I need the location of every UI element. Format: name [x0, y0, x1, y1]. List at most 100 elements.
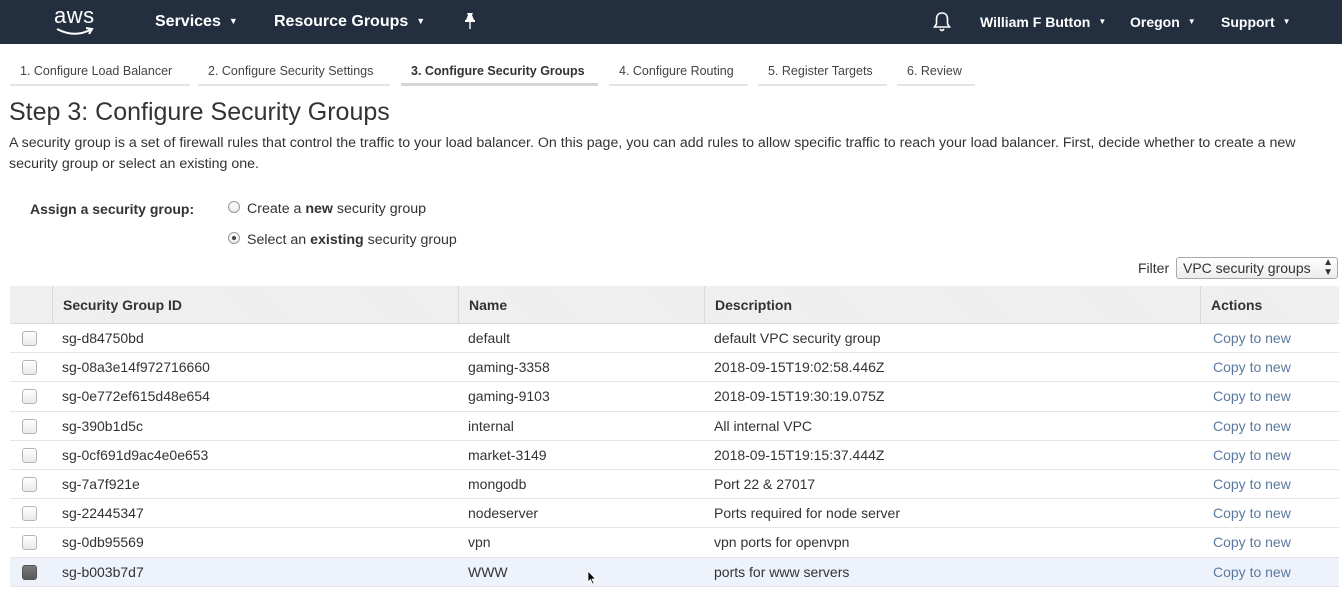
option-text: Create a [247, 201, 306, 217]
assign-security-group-label: Assign a security group: [30, 201, 195, 217]
wizard-tabs: 1. Configure Load Balancer 2. Configure … [0, 44, 1342, 90]
aws-logo-text: aws [54, 3, 95, 28]
security-groups-table: Security Group ID Name Description Actio… [10, 286, 1339, 587]
column-header-id[interactable]: Security Group ID [52, 286, 458, 324]
copy-to-new-link[interactable]: Copy to new [1213, 499, 1291, 528]
option-text-bold: existing [310, 232, 364, 248]
copy-to-new-link[interactable]: Copy to new [1213, 353, 1291, 382]
copy-to-new-link[interactable]: Copy to new [1213, 470, 1291, 499]
services-label: Services [155, 13, 221, 31]
row-checkbox[interactable] [22, 389, 37, 405]
tab-configure-load-balancer[interactable]: 1. Configure Load Balancer [10, 58, 190, 86]
cell-name: market-3149 [468, 446, 547, 463]
cell-name: default [468, 330, 511, 346]
copy-to-new-link[interactable]: Copy to new [1213, 558, 1291, 587]
cell-description: vpn ports for openvpn [714, 534, 850, 551]
create-new-security-group-option[interactable]: Create a new security group [228, 201, 426, 217]
table-row[interactable]: sg-b003b7d7 WWW ports for www servers Copy … [10, 557, 1339, 587]
aws-logo[interactable]: aws [54, 5, 100, 39]
row-checkbox[interactable] [22, 360, 37, 376]
cell-security-group-id: sg-b003b7d7 [62, 563, 144, 580]
tab-configure-security-settings[interactable]: 2. Configure Security Settings [198, 58, 390, 86]
chevron-down-icon: ▼ [416, 16, 426, 26]
row-checkbox[interactable] [22, 535, 37, 551]
tab-configure-security-groups[interactable]: 3. Configure Security Groups [401, 58, 598, 86]
filter-label: Filter [1138, 260, 1170, 276]
cell-description: 2018-09-15T19:15:37.444Z [714, 446, 885, 463]
table-row[interactable]: sg-22445347 nodeserver Ports required for … [10, 499, 1339, 529]
page-title: Step 3: Configure Security Groups [9, 98, 390, 126]
row-checkbox[interactable] [22, 564, 37, 580]
cell-security-group-id: sg-d84750bd [62, 330, 144, 346]
cell-description: Port 22 & 27017 [714, 475, 816, 492]
user-menu[interactable]: William F Button ▼ [980, 0, 1106, 44]
filter-selected-value: VPC security groups [1183, 260, 1311, 276]
select-arrows-icon: ▲ ▼ [1323, 257, 1333, 278]
region-name: Oregon [1130, 14, 1180, 30]
table-row[interactable]: sg-7a7f921e mongodb Port 22 & 27017 Copy to… [10, 470, 1339, 500]
copy-to-new-link[interactable]: Copy to new [1213, 528, 1291, 557]
cell-name: WWW [468, 563, 508, 580]
cell-name: gaming-3358 [468, 359, 550, 376]
tab-configure-routing[interactable]: 4. Configure Routing [609, 58, 748, 86]
option-text-bold: new [305, 201, 333, 217]
copy-to-new-link[interactable]: Copy to new [1213, 324, 1291, 353]
table-row[interactable]: sg-0cf691d9ac4e0e653 market-3149 2018-09-1… [10, 441, 1339, 470]
bell-icon[interactable] [932, 11, 952, 33]
row-checkbox[interactable] [22, 476, 37, 492]
chevron-down-icon: ▼ [228, 16, 238, 26]
pin-icon[interactable] [462, 12, 478, 32]
row-checkbox[interactable] [22, 447, 37, 463]
table-header: Security Group ID Name Description Actio… [10, 286, 1339, 324]
aws-smile-icon [56, 27, 94, 35]
option-text: Select an [247, 232, 311, 248]
row-checkbox[interactable] [22, 418, 37, 434]
table-row[interactable]: sg-0e772ef615d48e654 gaming-9103 2018-09-1… [10, 382, 1339, 412]
cell-description: Ports required for node server [714, 505, 900, 522]
cell-name: vpn [468, 534, 491, 551]
cell-security-group-id: sg-0e772ef615d48e654 [62, 388, 210, 405]
column-header-name[interactable]: Name [458, 286, 704, 324]
top-nav: aws Services ▼ Resource Groups ▼ William F… [0, 0, 1342, 44]
row-checkbox[interactable] [22, 506, 37, 522]
option-text: security group [363, 232, 457, 248]
support-menu[interactable]: Support ▼ [1221, 0, 1291, 44]
resource-groups-menu[interactable]: Resource Groups ▼ [274, 0, 425, 44]
column-header-actions: Actions [1200, 286, 1339, 324]
cell-security-group-id: sg-390b1d5c [62, 417, 143, 434]
copy-to-new-link[interactable]: Copy to new [1213, 441, 1291, 470]
cell-description: 2018-09-15T19:02:58.446Z [714, 359, 885, 376]
cell-description: ports for www servers [714, 563, 850, 580]
select-existing-security-group-option[interactable]: Select an existing security group [228, 232, 457, 248]
cell-security-group-id: sg-08a3e14f972716660 [62, 359, 210, 376]
create-new-radio[interactable] [228, 201, 240, 214]
table-row[interactable]: sg-0db95569 vpn vpn ports for openvpn Copy … [10, 528, 1339, 558]
services-menu[interactable]: Services ▼ [155, 0, 238, 44]
chevron-down-icon: ▼ [1187, 17, 1196, 27]
copy-to-new-link[interactable]: Copy to new [1213, 382, 1291, 411]
tab-review[interactable]: 6. Review [897, 58, 975, 86]
filter-select[interactable]: VPC security groups ▲ ▼ [1176, 257, 1338, 279]
resource-groups-label: Resource Groups [274, 13, 409, 31]
select-existing-radio[interactable] [228, 232, 240, 245]
chevron-down-icon: ▼ [1282, 17, 1291, 27]
cell-name: mongodb [468, 475, 527, 492]
mouse-cursor-icon [587, 570, 597, 585]
column-header-description[interactable]: Description [704, 286, 1200, 324]
page-description: A security group is a set of firewall ru… [9, 135, 1296, 172]
user-name: William F Button [980, 14, 1091, 30]
cell-security-group-id: sg-0db95569 [62, 534, 144, 551]
row-checkbox[interactable] [22, 331, 37, 346]
cell-name: internal [468, 417, 514, 434]
cell-description: default VPC security group [714, 330, 881, 346]
tab-register-targets[interactable]: 5. Register Targets [758, 58, 887, 86]
table-row[interactable]: sg-08a3e14f972716660 gaming-3358 2018-09-1… [10, 353, 1339, 383]
copy-to-new-link[interactable]: Copy to new [1213, 412, 1291, 441]
table-body: sg-d84750bd default default VPC security g… [10, 324, 1339, 587]
region-menu[interactable]: Oregon ▼ [1130, 0, 1196, 44]
table-row[interactable]: sg-d84750bd default default VPC security g… [10, 324, 1339, 354]
table-row[interactable]: sg-390b1d5c internal All internal VPC Copy … [10, 412, 1339, 441]
cell-security-group-id: sg-22445347 [62, 505, 144, 522]
chevron-down-icon: ▼ [1098, 17, 1107, 27]
cell-description: 2018-09-15T19:30:19.075Z [714, 388, 885, 405]
